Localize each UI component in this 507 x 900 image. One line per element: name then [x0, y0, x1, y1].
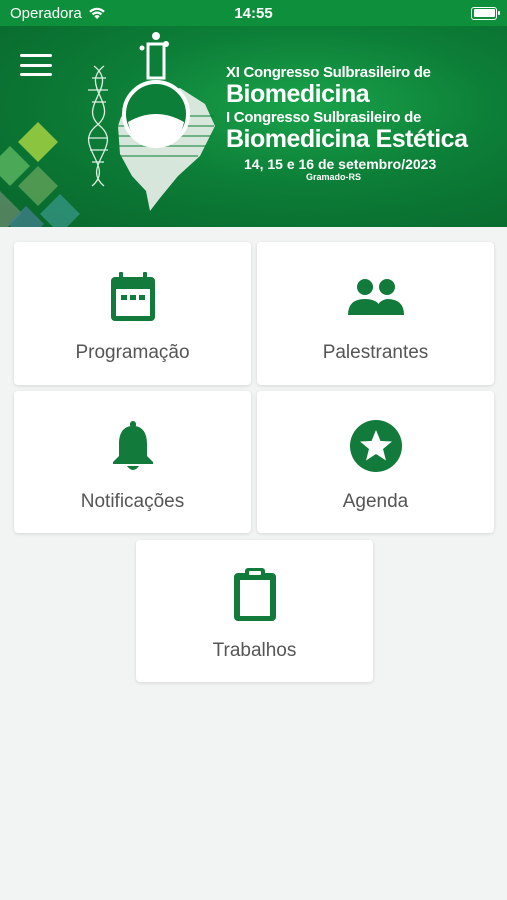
menu-button[interactable]	[20, 54, 52, 76]
agenda-label: Agenda	[342, 491, 409, 512]
bell-icon	[112, 421, 153, 470]
trabalhos-card[interactable]: Trabalhos	[136, 540, 373, 682]
clipboard-icon	[233, 568, 276, 621]
banner-line-1: XI Congresso Sulbrasileiro de	[226, 64, 431, 81]
star-icon	[349, 420, 402, 472]
programacao-label: Programação	[75, 342, 190, 363]
status-time: 14:55	[234, 4, 273, 22]
banner-line-2: Biomedicina	[226, 80, 370, 108]
banner-line-4: Biomedicina Estética	[226, 125, 468, 153]
agenda-card[interactable]: Agenda	[257, 391, 494, 533]
people-icon	[347, 279, 404, 315]
notificacoes-card[interactable]: Notificações	[14, 391, 251, 533]
event-banner: XI Congresso Sulbrasileiro de Biomedicin…	[0, 26, 507, 227]
palestrantes-label: Palestrantes	[322, 342, 429, 363]
status-bar: Operadora 14:55	[0, 0, 507, 26]
trabalhos-label: Trabalhos	[212, 640, 297, 661]
battery-icon	[471, 6, 500, 20]
banner-line-3: I Congresso Sulbrasileiro de	[226, 109, 421, 126]
wifi-icon	[88, 7, 105, 19]
banner-dates: 14, 15 e 16 de setembro/2023	[244, 156, 437, 172]
carrier-label: Operadora	[10, 4, 82, 22]
calendar-icon	[110, 272, 155, 321]
programacao-card[interactable]: Programação	[14, 242, 251, 385]
palestrantes-card[interactable]: Palestrantes	[257, 242, 494, 385]
notificacoes-label: Notificações	[80, 491, 185, 512]
banner-text: XI Congresso Sulbrasileiro de Biomedicin…	[226, 64, 496, 182]
banner-location: Gramado-RS	[306, 172, 362, 182]
